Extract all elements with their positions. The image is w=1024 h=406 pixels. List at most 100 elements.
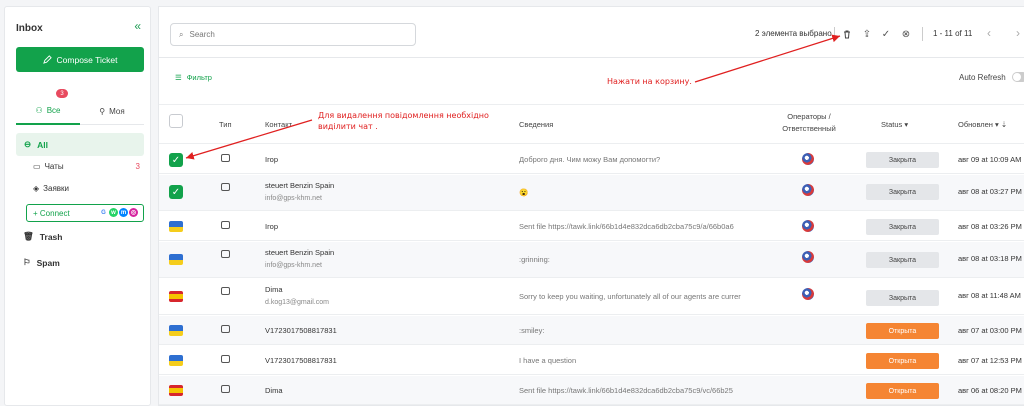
status-badge: Закрыта bbox=[866, 290, 939, 306]
sidebar-item-trash-label: Trash bbox=[39, 231, 63, 242]
chat-icon bbox=[221, 355, 230, 363]
row-updated: авг 06 at 08:20 PM bbox=[958, 386, 1022, 395]
tab-all-label: Все bbox=[46, 105, 61, 115]
row-details: :grinning: bbox=[519, 255, 550, 264]
spam-icon: ⚐ bbox=[23, 257, 31, 267]
trash-icon: 🗑 bbox=[23, 231, 34, 241]
row-details: 😮 bbox=[519, 188, 529, 197]
row-contact: Dima bbox=[265, 285, 283, 294]
chat-icon bbox=[221, 250, 230, 258]
row-details: Доброго дня. Чим можу Вам допомогти? bbox=[519, 155, 661, 164]
table-row[interactable]: V1723017508817831 :smiley: Открыта авг 0… bbox=[159, 316, 1024, 345]
sidebar-item-all[interactable]: ⊖ All bbox=[16, 133, 144, 156]
sidebar-title: Inbox bbox=[16, 23, 43, 34]
chat-icon bbox=[221, 385, 230, 393]
row-checkbox-checked[interactable]: ✓ bbox=[169, 153, 183, 167]
search-input[interactable]: ⌕ Search bbox=[170, 23, 416, 46]
trash-button[interactable] bbox=[841, 28, 853, 40]
cancel-selection-button[interactable]: ⊗ bbox=[900, 28, 912, 40]
auto-refresh-toggle[interactable] bbox=[1012, 72, 1024, 82]
row-updated: авг 07 at 12:53 PM bbox=[958, 356, 1022, 365]
ticket-icon: ◈ bbox=[33, 184, 40, 193]
export-button[interactable]: ⇪ bbox=[861, 28, 873, 40]
status-badge: Открыта bbox=[866, 383, 939, 399]
row-updated: авг 07 at 03:00 PM bbox=[958, 326, 1022, 335]
status-badge: Закрыта bbox=[866, 152, 939, 168]
column-type: Тип bbox=[219, 120, 232, 129]
trash-icon bbox=[844, 30, 850, 39]
table-row[interactable]: Dima Sent file https://tawk.link/66b1d4e… bbox=[159, 376, 1024, 405]
row-details: Sorry to keep you waiting, unfortunately… bbox=[519, 292, 741, 301]
table-row[interactable]: V1723017508817831 I have a question Откр… bbox=[159, 346, 1024, 375]
operator-avatar bbox=[802, 184, 814, 196]
google-icon: G bbox=[99, 208, 108, 217]
tab-mine[interactable]: ⚲ Моя bbox=[80, 97, 144, 125]
row-updated: авг 08 at 03:26 PM bbox=[958, 222, 1022, 231]
sort-icon: ⇣ bbox=[1000, 120, 1008, 129]
prev-page-icon[interactable]: ‹ bbox=[987, 26, 991, 40]
column-operators: Операторы / Ответственный bbox=[769, 111, 849, 135]
column-contact[interactable]: Контакт bbox=[265, 120, 292, 129]
operator-avatar bbox=[802, 153, 814, 165]
select-all-checkbox[interactable] bbox=[169, 114, 183, 128]
tab-all[interactable]: ⚇ Все bbox=[16, 97, 80, 125]
status-badge: Закрыта bbox=[866, 184, 939, 200]
chat-icon bbox=[221, 287, 230, 295]
sidebar-item-spam-label: Spam bbox=[36, 257, 60, 268]
column-operators-line1: Операторы / bbox=[787, 112, 831, 121]
row-contact: V1723017508817831 bbox=[265, 356, 337, 365]
pagination-text: 1 - 11 of 11 bbox=[933, 29, 973, 38]
row-email: info@gps-khm.net bbox=[265, 262, 322, 269]
row-contact: steuert Benzin Spain bbox=[265, 181, 335, 190]
row-checkbox-checked[interactable]: ✓ bbox=[169, 185, 183, 199]
next-page-icon[interactable]: › bbox=[1016, 26, 1020, 40]
row-details: :smiley: bbox=[519, 326, 545, 335]
inbox-icon: ⊖ bbox=[24, 139, 32, 149]
compose-ticket-button[interactable]: Compose Ticket bbox=[16, 47, 144, 72]
operator-avatar bbox=[802, 251, 814, 263]
row-contact: Dima bbox=[265, 386, 283, 395]
collapse-sidebar-icon[interactable]: « bbox=[134, 19, 141, 33]
ukraine-flag-icon bbox=[169, 355, 183, 366]
main-panel: ⌕ Search 2 элемента выбрано ⇪ ✓ ⊗ 1 - 11… bbox=[158, 6, 1024, 406]
tab-mine-label: Моя bbox=[109, 106, 125, 116]
column-status[interactable]: Status ▾ bbox=[881, 120, 908, 129]
whatsapp-icon: w bbox=[109, 208, 118, 217]
operator-avatar bbox=[802, 220, 814, 232]
row-contact: V1723017508817831 bbox=[265, 326, 337, 335]
table-row[interactable]: ✓ steuert Benzin Spain info@gps-khm.net … bbox=[159, 175, 1024, 211]
messenger-icon: m bbox=[119, 208, 128, 217]
mark-resolved-button[interactable]: ✓ bbox=[880, 28, 892, 40]
sidebar-item-trash[interactable]: 🗑 Trash bbox=[23, 231, 62, 242]
connect-button[interactable]: + Connect G w m ◎ bbox=[26, 204, 144, 222]
table-row[interactable]: ✓ Ігор Доброго дня. Чим можу Вам допомог… bbox=[159, 145, 1024, 174]
caret-down-icon: ▾ bbox=[904, 120, 909, 129]
caret-down-icon: ▾ bbox=[995, 120, 999, 129]
sidebar-item-chats[interactable]: ▭ Чаты bbox=[33, 162, 64, 171]
sidebar: Inbox « Compose Ticket ⚇ Все ⚲ Моя 3 ⊖ A… bbox=[4, 6, 151, 406]
users-icon: ⚇ bbox=[35, 105, 43, 115]
row-email: info@gps-khm.net bbox=[265, 195, 322, 202]
table-row[interactable]: Dima d.kog13@gmail.com Sorry to keep you… bbox=[159, 279, 1024, 315]
row-contact: Ігор bbox=[265, 222, 278, 231]
status-badge: Открыта bbox=[866, 353, 939, 369]
filter-button[interactable]: ☰ Фильтр bbox=[175, 73, 212, 82]
column-details: Сведения bbox=[519, 120, 554, 129]
ukraine-flag-icon bbox=[169, 325, 183, 336]
table-row[interactable]: steuert Benzin Spain info@gps-khm.net :g… bbox=[159, 242, 1024, 278]
row-updated: авг 08 at 11:48 AM bbox=[958, 291, 1021, 300]
plus-icon: + bbox=[33, 208, 40, 218]
row-details: Sent file https://tawk.link/66b1d4e832dc… bbox=[519, 222, 734, 231]
column-updated[interactable]: Обновлен ▾ ⇣ bbox=[958, 120, 1007, 129]
ukraine-flag-icon bbox=[169, 254, 183, 265]
table-header: Тип Контакт Сведения Операторы / Ответст… bbox=[159, 104, 1024, 144]
status-badge: Открыта bbox=[866, 323, 939, 339]
user-icon: ⚲ bbox=[99, 106, 106, 116]
compose-ticket-label: Compose Ticket bbox=[56, 54, 118, 65]
sidebar-item-tickets[interactable]: ◈ Заявки bbox=[33, 184, 69, 193]
annotation-trash: Нажати на корзину. bbox=[607, 77, 692, 86]
table-row[interactable]: Ігор Sent file https://tawk.link/66b1d4e… bbox=[159, 212, 1024, 241]
row-contact: steuert Benzin Spain bbox=[265, 248, 335, 257]
filter-label: Фильтр bbox=[186, 73, 212, 82]
sidebar-item-spam[interactable]: ⚐ Spam bbox=[23, 257, 60, 268]
